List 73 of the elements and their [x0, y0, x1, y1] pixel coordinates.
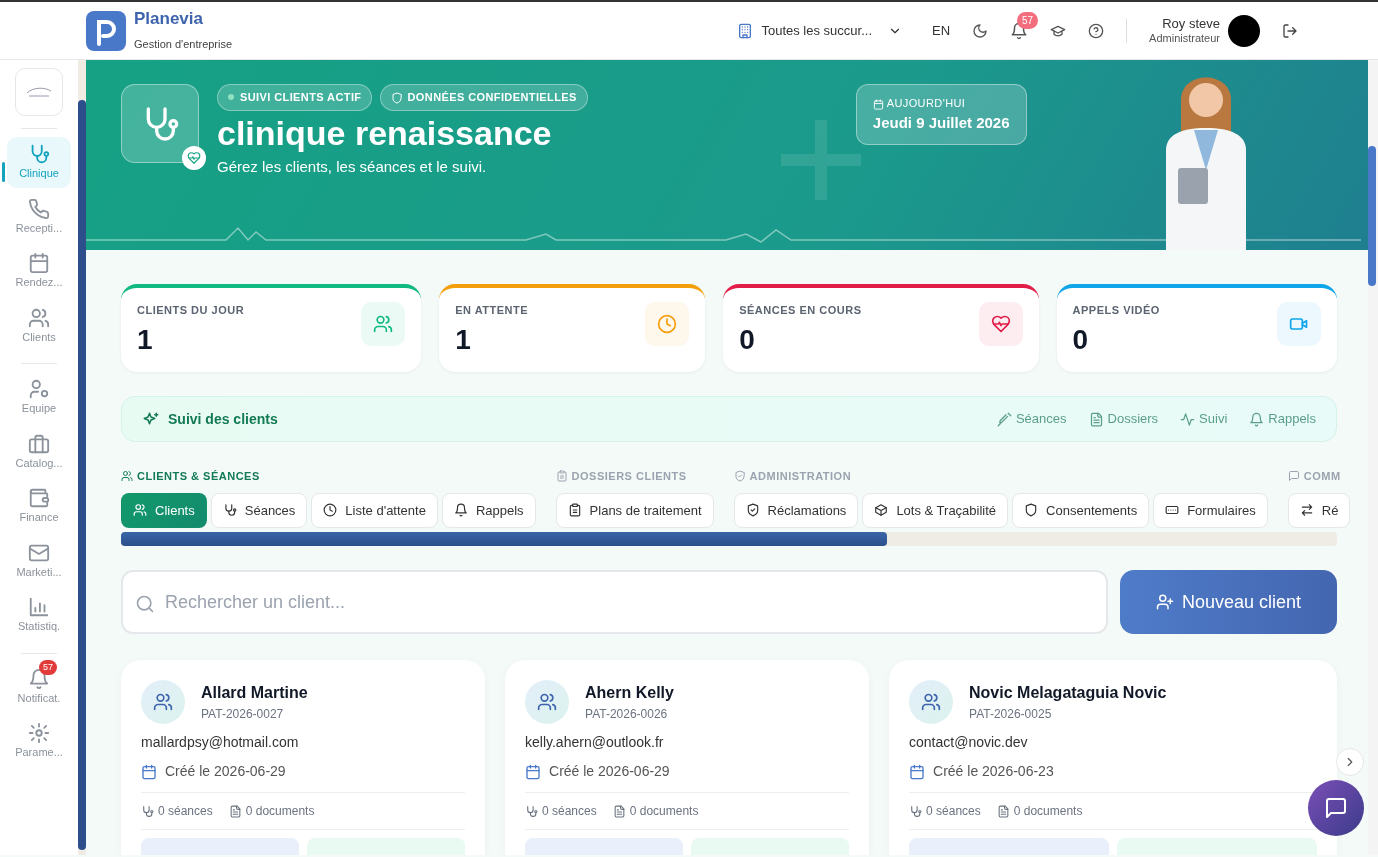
clinic-title: clinique renaissance [217, 114, 553, 152]
stat-label: CLIENTS DU JOUR [137, 303, 245, 318]
status-pill: SUIVI CLIENTS ACTIF [217, 84, 373, 111]
brand-name: Planevia [134, 8, 203, 28]
brand-subtitle: Gestion d'entreprise [134, 37, 233, 50]
sidebar-item[interactable]: Marketi... [7, 535, 71, 586]
stat-value: 0 [739, 322, 756, 357]
quick-link[interactable]: Rappels [1249, 409, 1316, 429]
client-card[interactable]: Novic Melagataguia Novic PAT-2026-0025 contact@novic.dev Créé le 2026-06-23 0 séances 0 documents [889, 660, 1337, 855]
status-pill: DONNÉES CONFIDENTIELLES [380, 84, 588, 111]
client-name: Allard Martine [201, 683, 308, 703]
tab[interactable]: Ré [1287, 492, 1351, 528]
notification-count: 57 [39, 659, 57, 675]
document-count: 0 documents [1013, 803, 1083, 820]
client-name: Novic Melagataguia Novic [969, 683, 1167, 703]
notification-count: 57 [1016, 11, 1039, 29]
client-name: Ahern Kelly [585, 683, 674, 703]
stat-value: 0 [1072, 322, 1090, 357]
stat-label: SÉANCES EN COURS [739, 303, 862, 318]
tab[interactable]: Lots & Traçabilité [862, 492, 1009, 528]
client-code: PAT-2026-0026 [585, 706, 669, 723]
group-label: CLIENTS & SÉANCES [121, 468, 536, 485]
group-label: ADMINISTRATION [733, 468, 1268, 485]
document-count: 0 documents [629, 803, 699, 820]
group-label: DOSSIERS CLIENTS [555, 468, 714, 485]
stat-label: APPELS VIDÉO [1072, 303, 1160, 318]
session-count: 0 séances [158, 803, 213, 820]
tab[interactable]: Formulaires [1153, 492, 1268, 528]
stat-label: EN ATTENTE [455, 303, 529, 318]
client-card[interactable]: Allard Martine PAT-2026-0027 mallardpsy@hotmail.com Créé le 2026-06-29 0 séances 0 documents [121, 660, 485, 855]
tab[interactable]: Clients [121, 492, 207, 528]
sidebar-item[interactable]: Finance [7, 481, 71, 532]
client-code: PAT-2026-0025 [969, 706, 1053, 723]
tab[interactable]: Consentements [1012, 492, 1150, 528]
quick-link[interactable]: Séances [996, 409, 1067, 429]
client-code: PAT-2026-0027 [201, 706, 285, 723]
sidebar-item[interactable]: Equipe [7, 372, 71, 423]
tab[interactable]: Rappels [441, 492, 536, 528]
sidebar-item[interactable]: Rendez... [7, 246, 71, 297]
created-date: Créé le 2026-06-23 [933, 762, 1054, 781]
tab[interactable]: Liste d'attente [311, 492, 438, 528]
session-count: 0 séances [926, 803, 981, 820]
clinic-subtitle: Gérez les clients, les séances et le suivi. [217, 156, 488, 177]
session-count: 0 séances [542, 803, 597, 820]
client-card[interactable]: Ahern Kelly PAT-2026-0026 kelly.ahern@outlook.fr Créé le 2026-06-29 0 séances 0 documents [505, 660, 870, 855]
stat-value: 1 [137, 322, 154, 357]
document-count: 0 documents [245, 803, 315, 820]
created-date: Créé le 2026-06-29 [165, 762, 286, 781]
sidebar-item[interactable]: Notificat. 57 [7, 661, 71, 712]
sidebar-item[interactable]: Catalog... [7, 426, 71, 477]
sidebar-item[interactable]: Statistiq. [7, 590, 71, 641]
user-role: Administrateur [1149, 31, 1220, 45]
new-client-button[interactable]: Nouveau client [1120, 570, 1337, 634]
date-card: AUJOURD'HUI Jeudi 9 Juillet 2026 [855, 84, 1027, 145]
client-email: mallardpsy@hotmail.com [141, 733, 300, 752]
sidebar-item[interactable]: Recepti... [7, 191, 71, 242]
section-title: Suivi des clients [168, 409, 278, 429]
tab[interactable]: Séances [210, 492, 308, 528]
stat-value: 1 [455, 322, 472, 357]
quick-link[interactable]: Dossiers [1088, 409, 1159, 429]
branch-selector[interactable]: Toutes les succur... [737, 20, 902, 41]
created-date: Créé le 2026-06-29 [549, 762, 670, 781]
group-label: COMM [1287, 468, 1351, 485]
tab[interactable]: Réclamations [733, 492, 859, 528]
sidebar-item[interactable]: Clients [7, 300, 71, 351]
client-email: kelly.ahern@outlook.fr [525, 733, 665, 752]
language-toggle[interactable]: EN [932, 20, 951, 41]
quick-link[interactable]: Suivi [1180, 409, 1228, 429]
sidebar-item[interactable]: Parame... [7, 716, 71, 767]
tab[interactable]: Plans de traitement [555, 492, 714, 528]
client-email: contact@novic.dev [909, 733, 1029, 752]
search-field[interactable]: Rechercher un client... [121, 570, 1108, 634]
user-name: Roy steve [1161, 16, 1220, 32]
